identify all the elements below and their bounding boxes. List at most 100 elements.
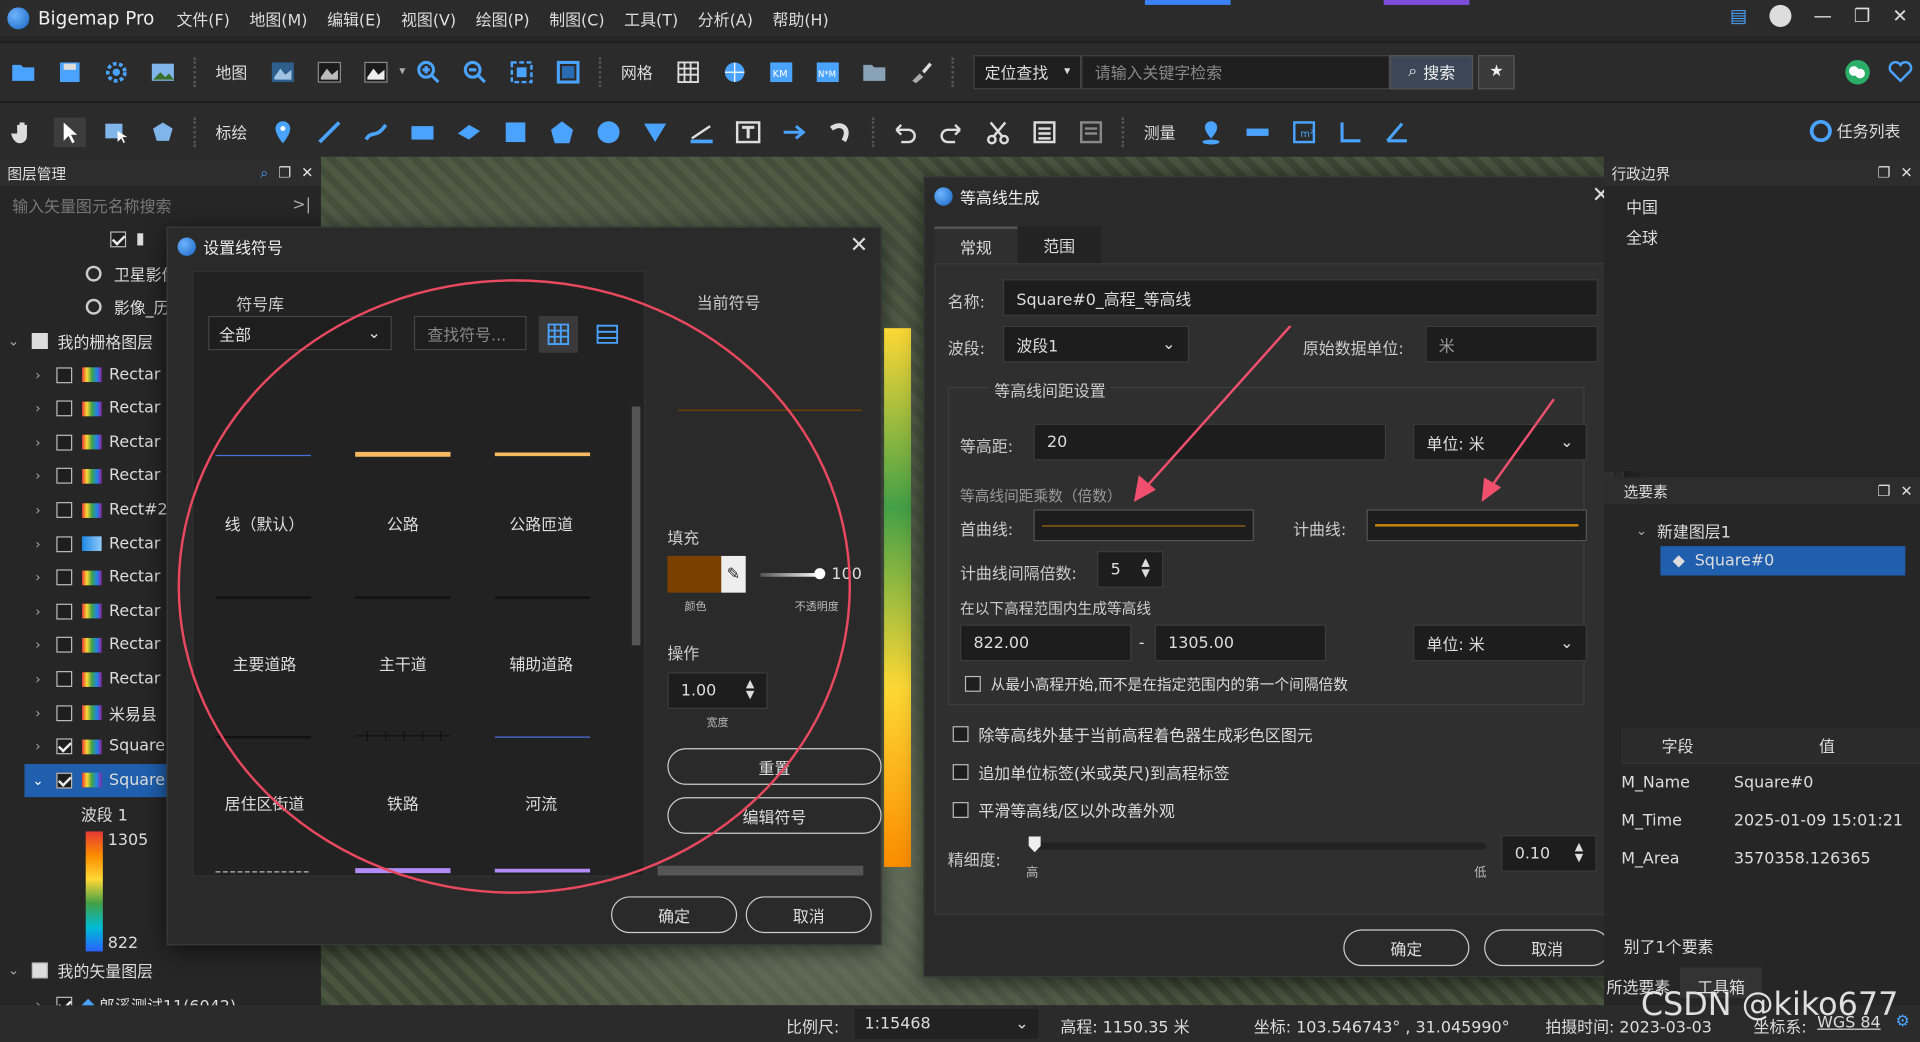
measure-point-icon[interactable]: [1195, 117, 1227, 146]
map-source-icon-3[interactable]: [360, 57, 392, 86]
tab-range[interactable]: 范围: [1017, 226, 1101, 264]
precision-slider-track[interactable]: [1033, 842, 1487, 850]
lnglat-grid-icon[interactable]: [719, 57, 751, 86]
menu-cartography[interactable]: 制图(C): [549, 7, 604, 30]
undo-icon[interactable]: [889, 117, 921, 146]
close-icon[interactable]: ✕: [1900, 482, 1912, 499]
name-input[interactable]: Square#0_高程_等高线: [1002, 279, 1598, 316]
measure-bearing-icon[interactable]: [1381, 117, 1413, 146]
chevron-right-icon[interactable]: ›: [29, 603, 46, 619]
chevron-down-icon[interactable]: ⌄: [29, 772, 46, 788]
chevron-right-icon[interactable]: ›: [29, 468, 46, 484]
checkbox[interactable]: [110, 231, 127, 248]
reset-button[interactable]: 重置: [667, 748, 882, 785]
checkbox[interactable]: [56, 468, 73, 485]
zoom-in-icon[interactable]: [413, 57, 445, 86]
float-icon[interactable]: ❐: [278, 163, 291, 181]
chevron-right-icon[interactable]: ›: [29, 671, 46, 687]
checkbox[interactable]: [56, 434, 73, 451]
search-button[interactable]: ⌕ 搜索: [1389, 54, 1474, 89]
checkbox[interactable]: [56, 366, 73, 383]
index-interval-stepper[interactable]: 5 ▲ ▼: [1097, 551, 1164, 588]
symbol-ok-button[interactable]: 确定: [611, 896, 738, 934]
checkbox[interactable]: [56, 535, 73, 552]
chk-unit-label[interactable]: 追加单位标签(米或英尺)到高程标签: [952, 760, 1230, 784]
pan-hand-icon[interactable]: [7, 117, 39, 146]
menu-tools[interactable]: 工具(T): [624, 7, 678, 30]
chevron-right-icon[interactable]: ›: [29, 637, 46, 653]
list-doc-icon[interactable]: [1075, 117, 1107, 146]
contour-cancel-button[interactable]: 取消: [1484, 929, 1611, 967]
symbol-line-purple-2[interactable]: [494, 867, 591, 874]
opacity-slider-handle[interactable]: [814, 568, 826, 580]
list-view-icon[interactable]: [588, 316, 627, 353]
precision-slider-handle[interactable]: [1028, 836, 1041, 853]
checkbox[interactable]: [56, 569, 73, 586]
select-polygon-icon[interactable]: [147, 117, 179, 146]
menu-map[interactable]: 地图(M): [249, 7, 307, 30]
symbol-line-dashed[interactable]: [215, 869, 312, 874]
square-draw-icon[interactable]: [500, 117, 532, 146]
symbol-scrollbar[interactable]: [631, 406, 641, 646]
checkbox[interactable]: [56, 400, 73, 417]
chevron-right-icon[interactable]: ›: [29, 570, 46, 586]
sector-draw-icon[interactable]: [639, 117, 671, 146]
open-folder-icon[interactable]: [7, 57, 39, 86]
contour-ok-button[interactable]: 确定: [1343, 929, 1470, 967]
full-extent-icon[interactable]: [552, 57, 584, 86]
select-feature-row[interactable]: ◆ Square#0: [1660, 546, 1906, 576]
checkbox[interactable]: [56, 671, 73, 687]
km-grid-icon[interactable]: KM: [765, 57, 797, 86]
grid-view-icon[interactable]: [538, 315, 578, 353]
select-layer-row[interactable]: ⌄ 新建图层1: [1604, 514, 1920, 546]
checkbox[interactable]: [56, 502, 73, 519]
spin-arrows-icon[interactable]: ▲ ▼: [746, 679, 754, 702]
spin-arrows-icon[interactable]: ▲ ▼: [1141, 558, 1149, 580]
chevron-right-icon[interactable]: ›: [29, 367, 46, 383]
checkbox[interactable]: [56, 772, 73, 789]
folder-icon[interactable]: [858, 57, 890, 86]
search-icon[interactable]: ⌕: [260, 163, 268, 181]
grid-icon[interactable]: [672, 57, 704, 86]
symbol-line-railway[interactable]: [355, 729, 451, 744]
symbol-cancel-button[interactable]: 取消: [745, 896, 872, 934]
eyedropper-icon[interactable]: ✎: [721, 555, 746, 593]
heart-link-icon[interactable]: [1885, 58, 1917, 87]
map-source-icon-1[interactable]: [267, 57, 299, 86]
tab-general[interactable]: 常规: [934, 226, 1018, 264]
checkbox[interactable]: [31, 962, 48, 979]
chevron-right-icon[interactable]: ›: [29, 502, 46, 518]
admin-item-china[interactable]: 中国: [1626, 191, 1920, 222]
scissors-icon[interactable]: [982, 117, 1014, 146]
admin-item-global[interactable]: 全球: [1626, 222, 1920, 253]
range-unit-dropdown[interactable]: 单位: 米 ⌄: [1413, 624, 1587, 662]
freehand-polygon-icon[interactable]: [453, 117, 485, 146]
find-symbol-input[interactable]: 查找符号...: [413, 315, 527, 351]
attribute-row[interactable]: M_Name Square#0: [1621, 764, 1920, 802]
symbol-line-default[interactable]: [215, 453, 312, 458]
polygon-draw-icon[interactable]: [546, 117, 578, 146]
close-icon[interactable]: ✕: [1900, 164, 1912, 181]
symbol-line-street[interactable]: [215, 735, 312, 740]
symbol-line-main-road[interactable]: [215, 595, 312, 600]
zoom-out-icon[interactable]: [459, 57, 491, 86]
measure-angle-icon[interactable]: [1335, 117, 1367, 146]
arrow-draw-icon[interactable]: [779, 117, 811, 146]
menu-view[interactable]: 视图(V): [401, 7, 456, 30]
symbol-line-purple[interactable]: [355, 867, 451, 874]
checkbox[interactable]: [56, 704, 73, 721]
tree-row-raster-selected[interactable]: ⌄ Square: [24, 763, 169, 798]
line-draw-icon[interactable]: [313, 117, 345, 146]
menu-edit[interactable]: 编辑(E): [327, 7, 381, 30]
checkbox[interactable]: [56, 637, 73, 654]
circle-draw-icon[interactable]: [593, 117, 625, 146]
search-input[interactable]: 请输入关键字检索: [1081, 54, 1390, 89]
layer-search-input[interactable]: 输入矢量图元名称搜索 >|: [0, 186, 321, 223]
minimize-icon[interactable]: —: [1813, 5, 1831, 27]
select-rect-icon[interactable]: [100, 117, 132, 146]
close-icon[interactable]: ✕: [301, 163, 313, 181]
chevron-down-icon[interactable]: ⌄: [5, 962, 22, 978]
chevron-right-icon[interactable]: ›: [29, 401, 46, 417]
redo-icon[interactable]: [936, 117, 968, 146]
task-list-button[interactable]: 任务列表: [1809, 119, 1900, 142]
